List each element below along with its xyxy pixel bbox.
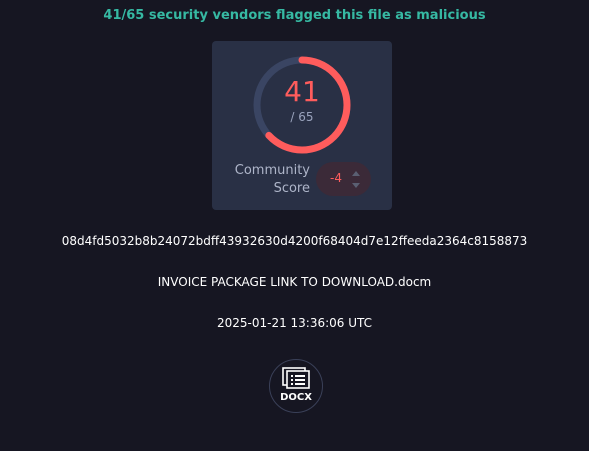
community-score-pill: -4: [316, 162, 371, 196]
file-type-label: DOCX: [280, 392, 312, 403]
detection-positives: 41: [284, 75, 320, 108]
document-icon: [282, 367, 310, 389]
community-score-label: Community Score: [230, 162, 310, 198]
upvote-arrow-icon[interactable]: [352, 171, 360, 176]
file-name: INVOICE PACKAGE LINK TO DOWNLOAD.docm: [157, 275, 432, 289]
community-label-line1: Community: [234, 163, 310, 178]
detection-ring: 41 / 65: [251, 54, 353, 156]
file-date: 2025-01-21 13:36:06 UTC: [216, 316, 373, 330]
community-score-value: -4: [330, 171, 342, 185]
detection-headline: 41/65 security vendors flagged this file…: [103, 8, 486, 23]
file-hash: 08d4fd5032b8b24072bdff43932630d4200f6840…: [61, 234, 528, 248]
detection-total: / 65: [290, 110, 314, 124]
file-type-badge: DOCX: [269, 359, 323, 413]
downvote-arrow-icon[interactable]: [352, 183, 360, 188]
community-label-line2: Score: [273, 181, 310, 196]
detection-score-card: 41 / 65 Community Score -4: [212, 41, 392, 210]
